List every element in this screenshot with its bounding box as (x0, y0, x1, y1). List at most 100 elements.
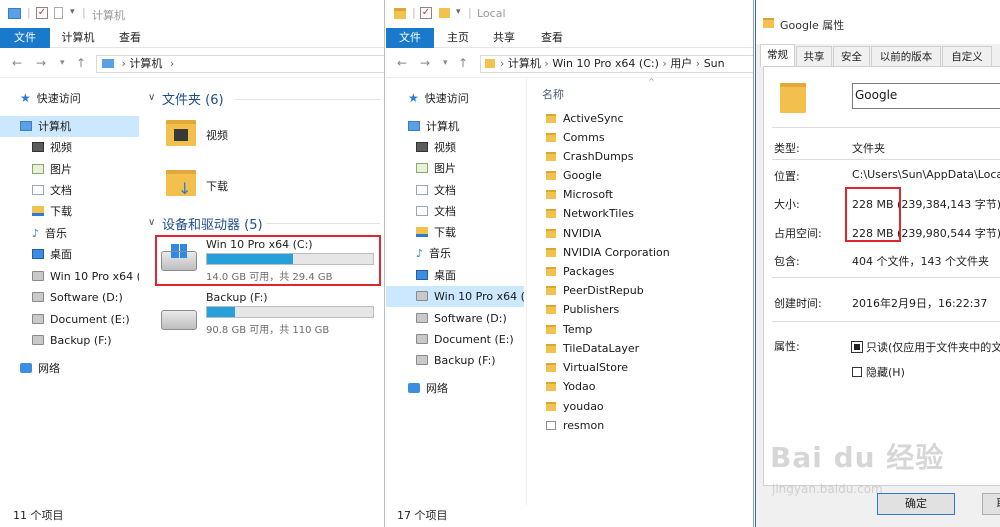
list-item[interactable]: Temp (546, 320, 592, 339)
tab-previous-versions[interactable]: 以前的版本 (871, 46, 941, 66)
downloads-icon (416, 227, 428, 237)
ok-button[interactable]: 确定 (877, 493, 955, 515)
back-arrow-icon[interactable]: ← (12, 56, 22, 70)
forward-arrow-icon[interactable]: → (36, 56, 46, 70)
tab-share[interactable]: 共享 (484, 28, 524, 48)
breadcrumb-computer[interactable]: 计算机 (129, 57, 162, 70)
downloads-folder-icon[interactable]: ↓ (166, 170, 196, 197)
nav-computer[interactable]: 计算机 (0, 116, 139, 137)
dialog-titlebar[interactable]: Google 属性 (756, 0, 1000, 44)
videos-folder-icon[interactable] (166, 120, 196, 146)
nav-documents-2[interactable]: 文档 (416, 201, 516, 222)
nav-drive-c[interactable]: Win 10 Pro x64 (C: (32, 266, 139, 287)
breadcrumb-computer[interactable]: 计算机 (508, 57, 541, 70)
breadcrumb-drive-c[interactable]: Win 10 Pro x64 (C:) (552, 57, 659, 70)
sort-chevron-icon[interactable]: ^ (648, 77, 655, 86)
nav-drive-e[interactable]: Document (E:) (416, 329, 524, 350)
chevron-down-icon[interactable]: ∨ (148, 217, 155, 228)
nav-computer[interactable]: 计算机 (408, 116, 518, 137)
folder-downloads[interactable]: 下载 (206, 178, 228, 194)
readonly-checkbox[interactable]: 只读(仅应用于文件夹中的文件) (851, 339, 1000, 355)
list-item[interactable]: resmon (546, 416, 604, 435)
tab-file[interactable]: 文件 (386, 28, 434, 48)
hidden-checkbox[interactable]: 隐藏(H) (852, 364, 905, 380)
nav-drive-f[interactable]: Backup (F:) (32, 330, 139, 351)
tab-sharing[interactable]: 共享 (796, 46, 832, 66)
nav-pictures[interactable]: 图片 (416, 158, 516, 179)
list-item[interactable]: Comms (546, 128, 605, 147)
folders-heading[interactable]: 文件夹 (6) (162, 89, 224, 108)
quick-access-dropdown-icon[interactable]: ▾ (70, 7, 75, 17)
network-icon (20, 363, 32, 373)
list-item[interactable]: NetworkTiles (546, 204, 634, 223)
nav-drive-c[interactable]: Win 10 Pro x64 (C (386, 286, 524, 307)
nav-downloads[interactable]: 下载 (32, 201, 132, 222)
tab-home[interactable]: 主页 (438, 28, 478, 48)
nav-drive-d[interactable]: Software (D:) (32, 287, 139, 308)
properties-icon[interactable]: ✓ (420, 7, 432, 19)
nav-music[interactable]: ♪ 音乐 (416, 243, 516, 264)
nav-videos[interactable]: 视频 (416, 137, 516, 158)
properties-icon[interactable]: ✓ (36, 7, 48, 19)
tab-computer[interactable]: 计算机 (52, 28, 104, 48)
list-item[interactable]: Packages (546, 262, 614, 281)
list-item[interactable]: VirtualStore (546, 358, 628, 377)
back-arrow-icon[interactable]: ← (397, 56, 407, 70)
tab-security[interactable]: 安全 (833, 46, 870, 66)
list-item[interactable]: Google (546, 166, 602, 185)
drive-f-tile[interactable]: Backup (F:) 90.8 GB 可用，共 110 GB (158, 290, 378, 336)
quick-access-dropdown-icon[interactable]: ▾ (456, 7, 461, 17)
nav-music[interactable]: ♪ 音乐 (32, 223, 132, 244)
list-item[interactable]: ActiveSync (546, 109, 624, 128)
address-path[interactable]: › 计算机 › (96, 55, 384, 73)
nav-documents[interactable]: 文档 (32, 180, 132, 201)
list-item[interactable]: TileDataLayer (546, 339, 639, 358)
list-item[interactable]: NVIDIA Corporation (546, 243, 670, 262)
recent-dropdown-icon[interactable]: ▾ (443, 58, 448, 68)
folder-name-input[interactable]: Google (852, 83, 1000, 109)
nav-desktop[interactable]: 桌面 (416, 265, 516, 286)
breadcrumb-users[interactable]: 用户 (670, 57, 692, 70)
nav-drive-d[interactable]: Software (D:) (416, 308, 524, 329)
nav-downloads[interactable]: 下载 (416, 222, 516, 243)
nav-desktop[interactable]: 桌面 (32, 244, 132, 265)
list-item[interactable]: Yodao (546, 377, 595, 396)
titlebar[interactable]: | ✓ ▾ | Local (386, 0, 753, 28)
list-item[interactable]: Publishers (546, 300, 619, 319)
tab-view[interactable]: 查看 (532, 28, 572, 48)
list-item[interactable]: NVIDIA (546, 224, 601, 243)
list-item[interactable]: youdao (546, 397, 604, 416)
address-path[interactable]: › 计算机 › Win 10 Pro x64 (C:) › 用户 › Sun (480, 55, 753, 73)
column-header-name[interactable]: 名称 (542, 86, 564, 102)
tab-general[interactable]: 常规 (760, 44, 795, 67)
nav-videos[interactable]: 视频 (32, 137, 132, 158)
forward-arrow-icon[interactable]: → (420, 56, 430, 70)
tab-view[interactable]: 查看 (108, 28, 152, 48)
folder-icon (780, 83, 806, 113)
list-item[interactable]: PeerDistRepub (546, 281, 644, 300)
list-item[interactable]: CrashDumps (546, 147, 634, 166)
tab-customize[interactable]: 自定义 (942, 46, 992, 66)
nav-documents[interactable]: 文档 (416, 180, 516, 201)
new-folder-icon[interactable] (54, 7, 63, 19)
nav-pictures[interactable]: 图片 (32, 159, 132, 180)
new-folder-icon[interactable] (439, 8, 450, 18)
folder-videos[interactable]: 视频 (206, 127, 228, 143)
chevron-down-icon[interactable]: ∨ (148, 92, 155, 103)
recent-dropdown-icon[interactable]: ▾ (60, 58, 65, 68)
nav-drive-f[interactable]: Backup (F:) (416, 350, 524, 371)
breadcrumb-sun[interactable]: Sun (704, 57, 725, 70)
desktop-icon (416, 270, 428, 280)
nav-quick-access[interactable]: ★ 快速访问 (408, 88, 518, 109)
nav-quick-access[interactable]: ★ 快速访问 (20, 88, 140, 109)
up-arrow-icon[interactable]: ↑ (76, 56, 86, 70)
list-item[interactable]: Microsoft (546, 185, 613, 204)
cancel-button[interactable]: 取 (982, 493, 1000, 515)
nav-drive-e[interactable]: Document (E:) (32, 309, 139, 330)
titlebar[interactable]: | ✓ ▾ | 计算机 (0, 0, 384, 28)
tab-file[interactable]: 文件 (0, 28, 50, 48)
nav-network[interactable]: 网络 (408, 378, 516, 399)
nav-network[interactable]: 网络 (20, 358, 127, 379)
drives-heading[interactable]: 设备和驱动器 (5) (162, 214, 263, 233)
up-arrow-icon[interactable]: ↑ (458, 56, 468, 70)
